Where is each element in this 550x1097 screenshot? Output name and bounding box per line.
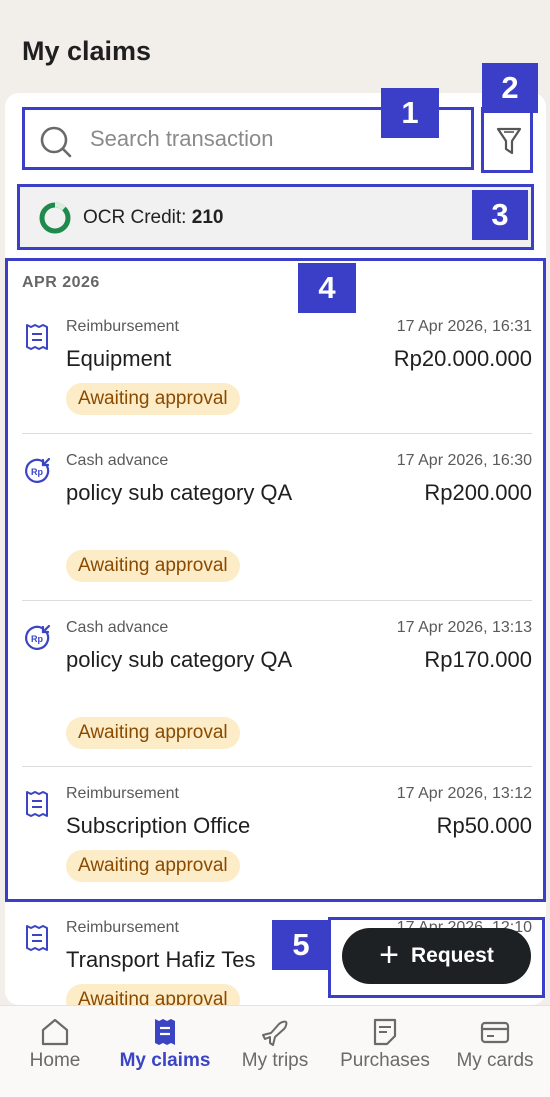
card-icon [480, 1021, 510, 1044]
month-section-header: APR 2026 [22, 274, 100, 291]
claim-type: Reimbursement [66, 318, 179, 335]
status-badge: Awaiting approval [66, 984, 240, 1005]
filter-button[interactable] [481, 107, 533, 173]
status-badge: Awaiting approval [66, 850, 240, 882]
claims-icon [155, 1019, 175, 1045]
divider [22, 766, 532, 767]
ocr-credit-text: OCR Credit: 210 [83, 207, 223, 229]
purchase-icon [373, 1018, 397, 1046]
svg-text:Rp: Rp [31, 467, 43, 477]
claim-type: Cash advance [66, 452, 169, 469]
nav-item-home[interactable]: Home [0, 1006, 110, 1097]
search-icon [40, 126, 72, 158]
claim-amount: Rp20.000.000 [393, 346, 532, 371]
divider [22, 600, 532, 601]
annotation-label-3: 3 [472, 190, 528, 240]
nav-label: My cards [456, 1050, 534, 1071]
plus-icon: + [379, 936, 399, 974]
status-badge: Awaiting approval [66, 383, 240, 415]
claim-title: Equipment [66, 346, 172, 371]
claim-type: Reimbursement [66, 785, 179, 802]
nav-item-purchases[interactable]: Purchases [330, 1006, 440, 1097]
ocr-credit-banner: OCR Credit: 210 [17, 184, 534, 250]
claim-amount: Rp170.000 [424, 647, 532, 672]
claim-list-item[interactable]: Rp Cash advance 17 Apr 2026, 13:13 polic… [22, 619, 532, 754]
request-button[interactable]: + Request [342, 928, 531, 984]
home-icon [41, 1018, 69, 1046]
nav-item-my-cards[interactable]: My cards [440, 1006, 550, 1097]
cash-advance-icon: Rp [25, 457, 51, 483]
svg-text:Rp: Rp [31, 634, 43, 644]
divider [22, 433, 532, 434]
page-title: My claims [22, 36, 152, 66]
cash-advance-icon: Rp [25, 624, 51, 650]
status-badge: Awaiting approval [66, 717, 240, 749]
claim-type: Cash advance [66, 619, 169, 636]
claim-list-item[interactable]: Reimbursement 17 Apr 2026, 13:12 Subscri… [22, 785, 532, 885]
ocr-credit-value: 210 [191, 207, 224, 228]
claim-amount: Rp200.000 [424, 480, 532, 505]
receipt-icon [26, 925, 48, 951]
filter-icon [496, 127, 522, 155]
receipt-icon [26, 324, 48, 350]
receipt-icon [26, 791, 48, 817]
ocr-credit-label: OCR Credit: [83, 207, 187, 228]
claim-list-item[interactable]: Reimbursement 17 Apr 2026, 16:31 Equipme… [22, 318, 532, 418]
claim-list-item[interactable]: Rp Cash advance 17 Apr 2026, 16:30 polic… [22, 452, 532, 587]
plane-icon [262, 1020, 288, 1046]
nav-item-my-claims[interactable]: My claims [110, 1006, 220, 1097]
claim-amount: Rp50.000 [436, 813, 532, 838]
claim-title: Subscription Office [66, 813, 251, 838]
claim-date: 17 Apr 2026, 16:30 [396, 452, 532, 469]
annotation-label-4: 4 [298, 263, 356, 313]
nav-item-my-trips[interactable]: My trips [220, 1006, 330, 1097]
ocr-progress-ring-icon [39, 202, 71, 234]
request-label: Request [411, 944, 494, 967]
status-badge: Awaiting approval [66, 550, 240, 582]
bottom-navigation: Home My claims My trips Purchases My car… [0, 1005, 550, 1097]
claim-date: 17 Apr 2026, 16:31 [396, 318, 532, 335]
annotation-label-2: 2 [482, 63, 538, 113]
claim-type: Reimbursement [66, 919, 179, 936]
claim-date: 17 Apr 2026, 13:13 [396, 619, 532, 636]
annotation-label-1: 1 [381, 88, 439, 138]
claim-date: 17 Apr 2026, 13:12 [396, 785, 532, 802]
claim-title: policy sub category QA [66, 480, 293, 505]
claim-title: policy sub category QA [66, 647, 293, 672]
annotation-label-5: 5 [272, 920, 330, 970]
